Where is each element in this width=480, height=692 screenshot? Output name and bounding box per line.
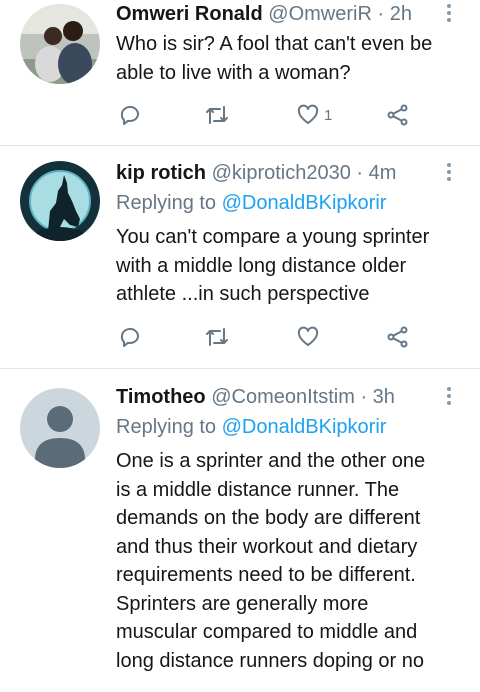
tweet-text-line: Who is sir? A fool that can't even be xyxy=(116,33,433,55)
tweet-text-line: with a middle long distance older xyxy=(116,254,407,277)
author-name[interactable]: Omweri Ronald xyxy=(116,3,263,25)
heart-icon xyxy=(297,104,319,124)
retweet-icon xyxy=(206,106,228,124)
tweet-text-line: athlete ...in such perspective xyxy=(116,283,370,305)
reply-button[interactable] xyxy=(118,100,142,130)
tweet-text-line: long distance runners doping or no xyxy=(116,649,424,672)
avatar-photo xyxy=(20,161,100,241)
tweet[interactable]: kip rotich @kiprotich2030 · 4m Replying … xyxy=(0,146,480,369)
tweet-text: Who is sir? A fool that can't even be ab… xyxy=(116,30,462,87)
like-count: 1 xyxy=(324,106,333,124)
tweet-text-line: Sprinters are generally more xyxy=(116,592,369,615)
replying-to-label: Replying to xyxy=(116,192,217,214)
tweet[interactable]: Omweri Ronald @OmweriR · 2h Who is sir? … xyxy=(0,0,480,146)
share-icon xyxy=(387,326,408,348)
tweet-text-line: You can't compare a young sprinter xyxy=(116,226,430,248)
like-button[interactable] xyxy=(296,322,324,352)
author-handle[interactable]: @kiprotich2030 xyxy=(212,162,351,184)
author-handle[interactable]: @ComeonItstim xyxy=(211,386,355,408)
share-icon xyxy=(387,104,408,126)
default-person-icon xyxy=(20,388,100,468)
tweet-text-line: requirements need to be different. xyxy=(116,564,416,586)
retweet-icon xyxy=(206,328,228,346)
tweet[interactable]: Timotheo @ComeonItstim · 3h Replying to … xyxy=(0,369,480,692)
author-name[interactable]: Timotheo xyxy=(116,386,206,408)
tweet-feed: Omweri Ronald @OmweriR · 2h Who is sir? … xyxy=(0,0,480,692)
retweet-button[interactable] xyxy=(204,100,230,130)
tweet-actions xyxy=(116,322,416,352)
avatar[interactable] xyxy=(20,161,100,241)
avatar[interactable] xyxy=(20,388,100,468)
timestamp[interactable]: 3h xyxy=(373,386,395,408)
replying-to: Replying to @DonaldBKipkorir xyxy=(116,189,462,217)
mention-link[interactable]: @DonaldBKipkorir xyxy=(222,416,387,438)
retweet-button[interactable] xyxy=(204,322,230,352)
reply-button[interactable] xyxy=(118,322,142,352)
tweet-text-line: muscular compared to middle and xyxy=(116,621,418,643)
timestamp[interactable]: 4m xyxy=(369,162,397,184)
replying-to-label: Replying to xyxy=(116,416,217,438)
author-handle[interactable]: @OmweriR xyxy=(268,3,372,25)
more-vertical-icon[interactable] xyxy=(446,163,452,183)
separator-dot: · xyxy=(360,386,368,408)
tweet-actions: 1 xyxy=(116,100,416,130)
replying-to: Replying to @DonaldBKipkorir xyxy=(116,413,462,441)
timestamp[interactable]: 2h xyxy=(390,3,412,25)
tweet-text: One is a sprinter and the other one is a… xyxy=(116,447,462,675)
tweet-text-line: demands on the body are different xyxy=(116,507,421,529)
heart-icon xyxy=(297,326,319,346)
reply-icon xyxy=(120,328,139,347)
avatar[interactable] xyxy=(20,4,100,84)
reply-icon xyxy=(120,106,139,125)
share-button[interactable] xyxy=(386,100,410,130)
tweet-text-line: able to live with a woman? xyxy=(116,61,351,84)
tweet-text-line: One is a sprinter and the other one xyxy=(116,450,426,472)
more-vertical-icon[interactable] xyxy=(446,4,452,24)
tweet-text-line: and thus their workout and dietary xyxy=(116,535,418,558)
tweet-text-line: is a middle distance runner. The xyxy=(116,478,400,501)
tweet-text: You can't compare a young sprinter with … xyxy=(116,223,462,309)
separator-dot: · xyxy=(377,3,385,25)
author-name[interactable]: kip rotich xyxy=(116,162,206,184)
mention-link[interactable]: @DonaldBKipkorir xyxy=(222,192,387,214)
like-button[interactable]: 1 xyxy=(296,100,332,130)
share-button[interactable] xyxy=(386,322,410,352)
separator-dot: · xyxy=(356,162,364,184)
more-vertical-icon[interactable] xyxy=(446,387,452,407)
avatar-photo xyxy=(20,4,100,84)
